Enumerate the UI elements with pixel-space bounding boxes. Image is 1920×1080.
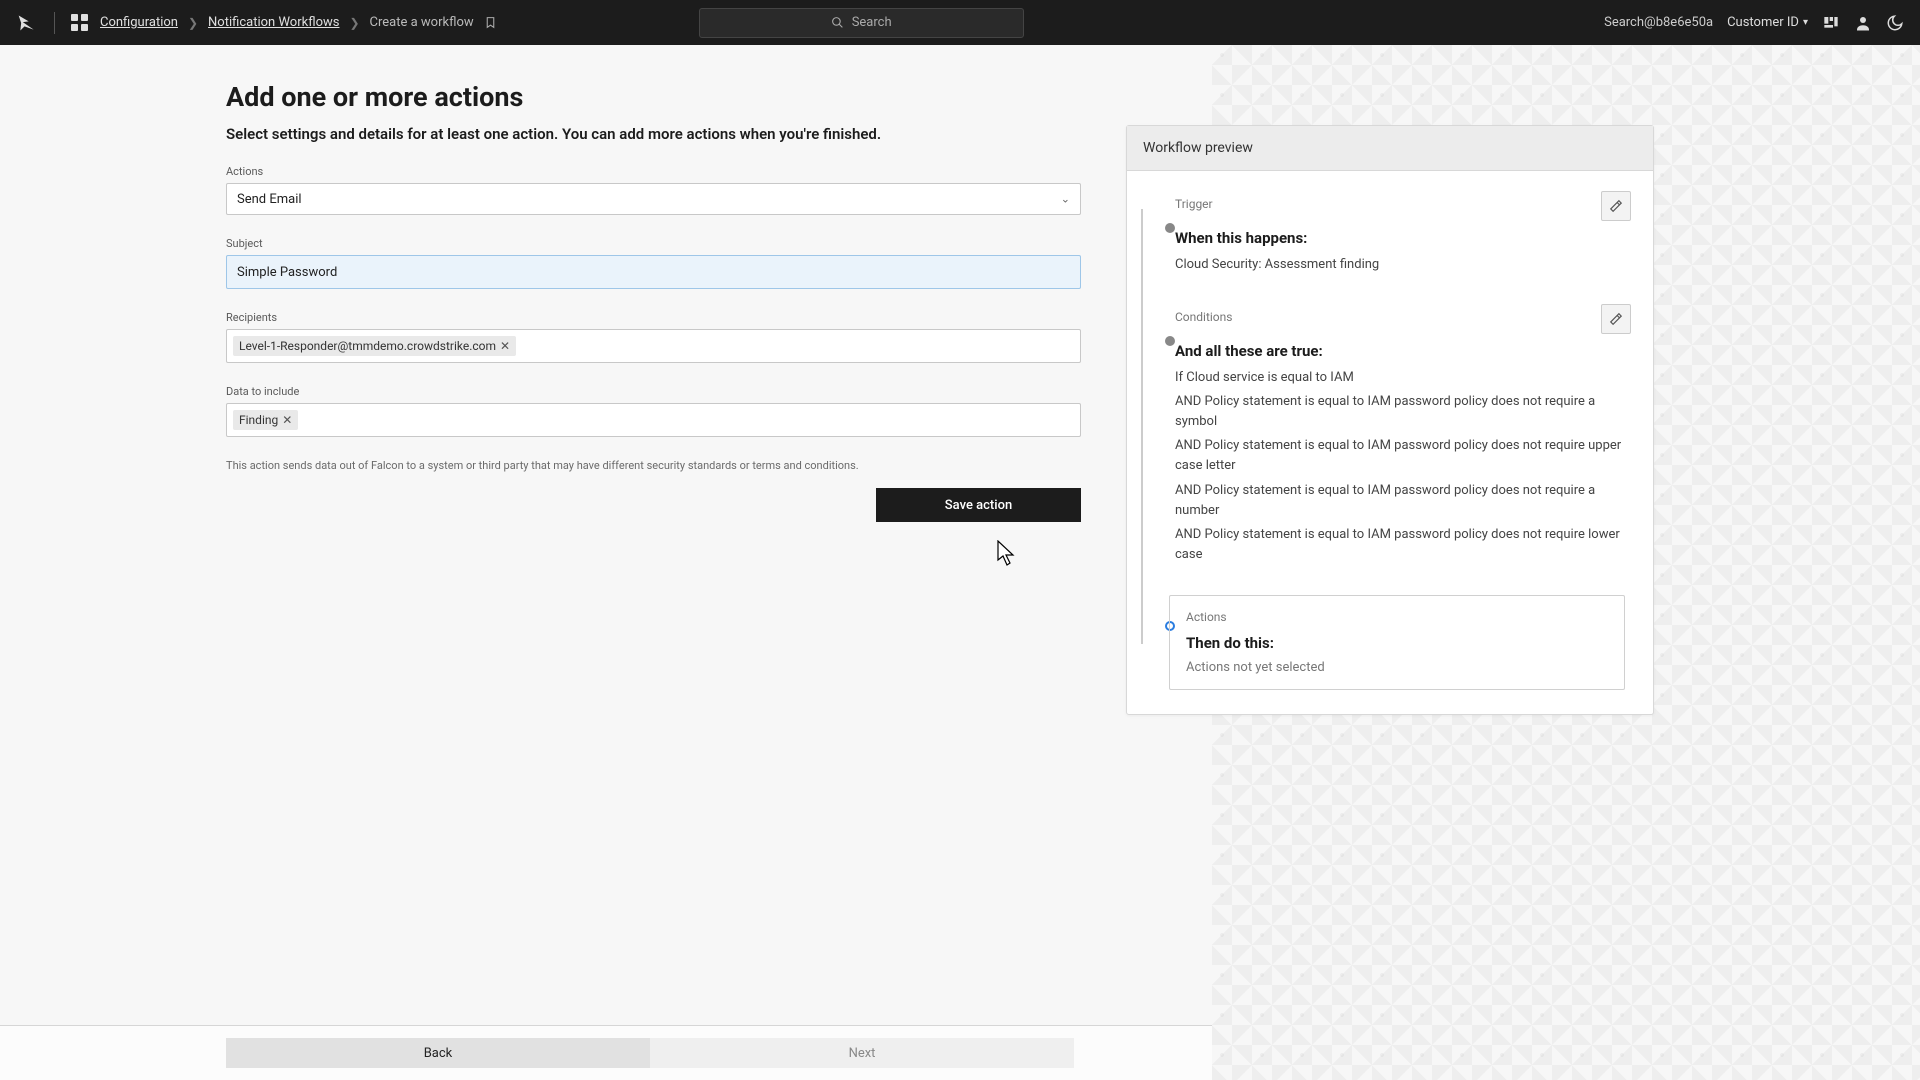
chevron-right-icon: ❯ <box>349 16 359 30</box>
breadcrumb-current: Create a workflow <box>370 15 474 30</box>
workflow-preview-panel: Workflow preview Trigger When this happe… <box>1126 125 1654 715</box>
condition-line: AND Policy statement is equal to IAM pas… <box>1175 392 1625 432</box>
top-bar: Configuration ❯ Notification Workflows ❯… <box>0 0 1920 45</box>
subject-label: Subject <box>226 237 1081 250</box>
bookmark-icon[interactable] <box>484 15 497 30</box>
apps-menu-icon[interactable] <box>71 14 88 31</box>
data-include-input[interactable]: Finding ✕ <box>226 403 1081 437</box>
customer-id-dropdown[interactable]: Customer ID ▾ <box>1727 15 1808 30</box>
user-icon[interactable] <box>1854 14 1872 32</box>
actions-title: Then do this: <box>1186 634 1608 652</box>
moon-icon[interactable] <box>1886 14 1904 32</box>
edit-trigger-button[interactable] <box>1601 191 1631 221</box>
falcon-logo-icon[interactable] <box>16 13 38 33</box>
breadcrumb-configuration[interactable]: Configuration <box>100 15 178 30</box>
breadcrumb-notification-workflows[interactable]: Notification Workflows <box>208 15 339 30</box>
remove-tag-icon[interactable]: ✕ <box>282 413 292 427</box>
recipients-input[interactable]: Level-1-Responder@tmmdemo.crowdstrike.co… <box>226 329 1081 363</box>
timeline-dot <box>1165 336 1175 346</box>
dashboard-icon[interactable] <box>1822 15 1840 31</box>
actions-select[interactable]: Send Email ⌄ <box>226 183 1081 215</box>
recipient-tag: Level-1-Responder@tmmdemo.crowdstrike.co… <box>233 336 516 356</box>
disclaimer-text: This action sends data out of Falcon to … <box>226 459 1081 472</box>
timeline-dot <box>1165 223 1175 233</box>
condition-line: If Cloud service is equal to IAM <box>1175 368 1625 388</box>
condition-line: AND Policy statement is equal to IAM pas… <box>1175 436 1625 476</box>
data-tag: Finding ✕ <box>233 410 298 430</box>
page-subtitle: Select settings and details for at least… <box>226 125 1081 143</box>
remove-tag-icon[interactable]: ✕ <box>500 339 510 353</box>
global-search[interactable]: Search <box>699 8 1024 38</box>
page-title: Add one or more actions <box>226 81 1081 113</box>
search-context-tag: Search@b8e6e50a <box>1604 15 1713 30</box>
trigger-title: When this happens: <box>1175 229 1625 247</box>
actions-placeholder-text: Actions not yet selected <box>1186 660 1608 675</box>
actions-select-value: Send Email <box>237 192 302 207</box>
actions-preview-box: Actions Then do this: Actions not yet se… <box>1169 595 1625 690</box>
condition-line: AND Policy statement is equal to IAM pas… <box>1175 481 1625 521</box>
divider <box>54 12 55 34</box>
trigger-section-label: Trigger <box>1175 197 1213 211</box>
back-button[interactable]: Back <box>226 1038 650 1068</box>
next-button[interactable]: Next <box>650 1038 1074 1068</box>
subject-input[interactable] <box>226 255 1081 289</box>
timeline-line <box>1141 209 1143 644</box>
breadcrumb: Configuration ❯ Notification Workflows ❯… <box>100 15 497 30</box>
chevron-down-icon: ⌄ <box>1061 193 1070 206</box>
chevron-right-icon: ❯ <box>188 16 198 30</box>
preview-pane: Workflow preview Trigger When this happe… <box>1212 45 1920 1080</box>
actions-section-label: Actions <box>1186 610 1608 624</box>
save-action-button[interactable]: Save action <box>876 488 1081 522</box>
trigger-text: Cloud Security: Assessment finding <box>1175 255 1625 276</box>
search-placeholder: Search <box>852 15 892 30</box>
preview-panel-title: Workflow preview <box>1127 126 1653 171</box>
condition-line: AND Policy statement is equal to IAM pas… <box>1175 525 1625 565</box>
wizard-footer: Back Next <box>0 1025 1212 1080</box>
chevron-down-icon: ▾ <box>1803 17 1808 28</box>
main-form-pane: Add one or more actions Select settings … <box>0 45 1212 1080</box>
edit-conditions-button[interactable] <box>1601 304 1631 334</box>
recipients-label: Recipients <box>226 311 1081 324</box>
conditions-title: And all these are true: <box>1175 342 1625 360</box>
data-include-label: Data to include <box>226 385 1081 398</box>
conditions-section-label: Conditions <box>1175 310 1232 324</box>
actions-label: Actions <box>226 165 1081 178</box>
